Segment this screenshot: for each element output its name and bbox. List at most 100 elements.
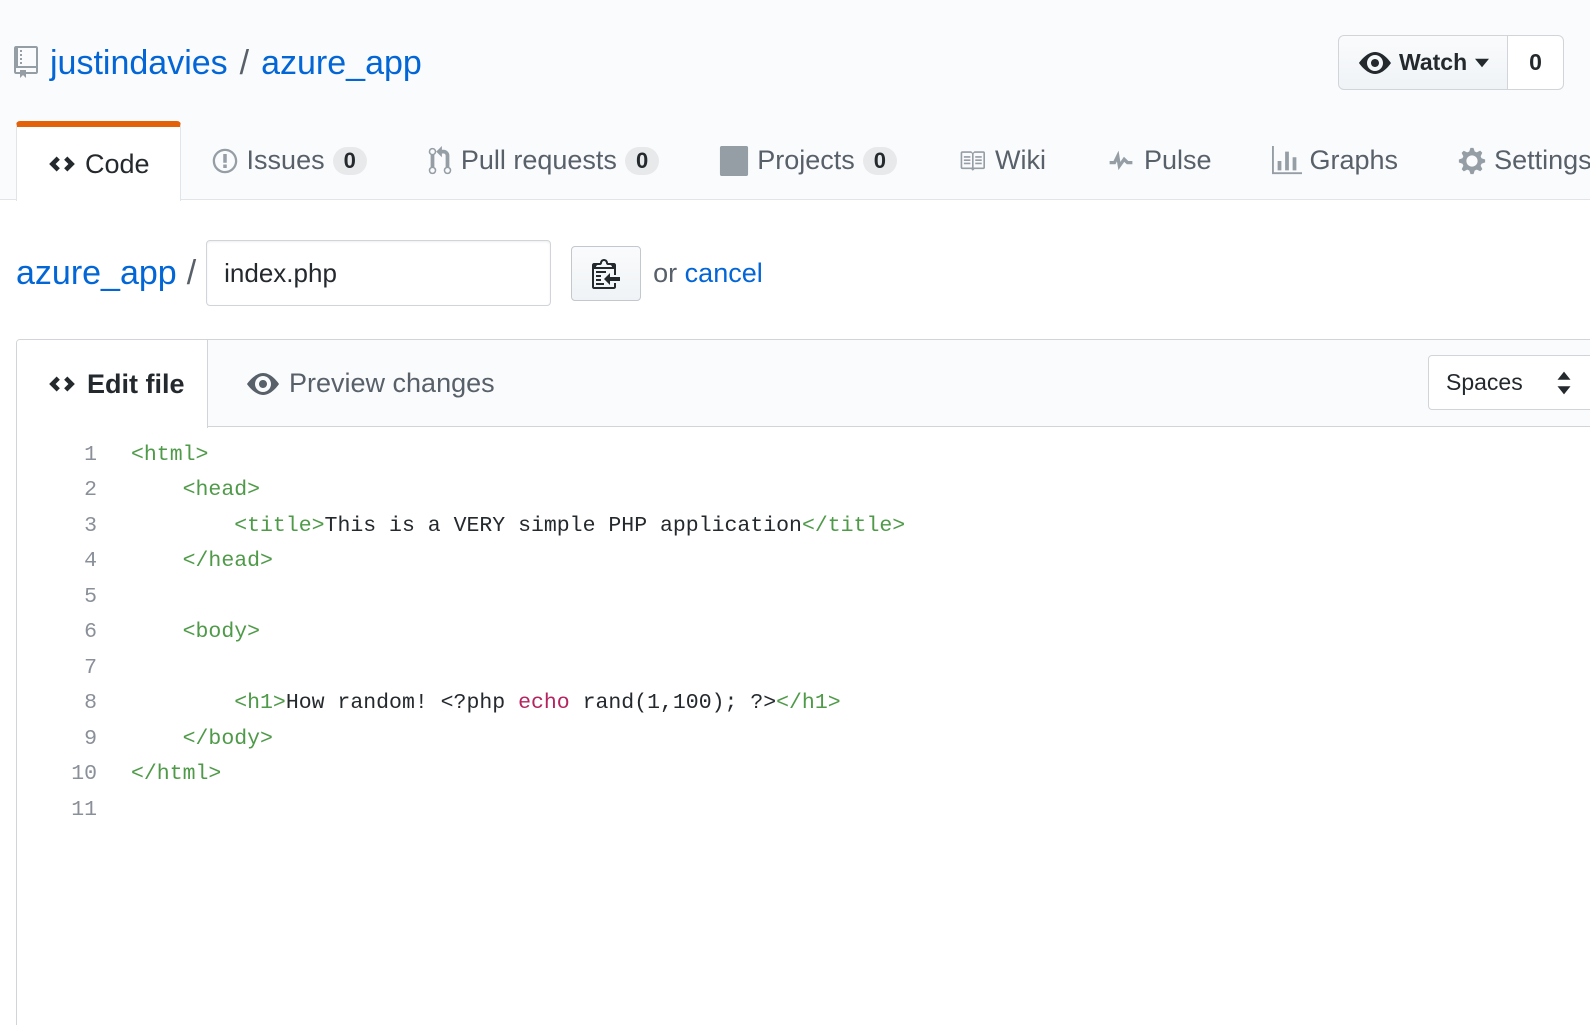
code-line[interactable]: 1 <html> — [17, 437, 905, 473]
code-tag: </h1> — [776, 691, 841, 716]
code-line[interactable]: 6 <body> — [17, 615, 905, 651]
watch-label: Watch — [1399, 49, 1468, 75]
code-line[interactable]: 9 </body> — [17, 721, 905, 757]
line-number: 7 — [84, 655, 97, 680]
tab-wiki[interactable]: Wiki — [927, 121, 1076, 200]
select-arrows-icon — [1557, 371, 1571, 395]
graph-icon — [1271, 145, 1302, 176]
code-line[interactable]: 8 <h1>How random! <?php echo rand(1,100)… — [17, 686, 905, 722]
code-text: rand(1,100); ?> — [569, 691, 777, 716]
tab-graphs-label: Graphs — [1309, 145, 1399, 175]
filename-input[interactable] — [206, 240, 552, 306]
code-area[interactable]: 1 <html> 2 <head> 3 <title>This is a VERY s… — [17, 437, 905, 828]
tab-code-label: Code — [85, 148, 150, 179]
code-line[interactable]: 3 <title>This is a VERY simple PHP appli… — [17, 508, 905, 544]
tab-issues-label: Issues — [246, 145, 325, 175]
line-number: 2 — [84, 478, 97, 503]
tab-edit-file-label: Edit file — [87, 368, 185, 399]
repo-nav: Code Issues 0 Pull requests 0 Projects 0… — [16, 121, 1590, 201]
watch-button[interactable]: Watch — [1338, 35, 1508, 90]
tab-pull-requests[interactable]: Pull requests 0 — [397, 121, 689, 200]
code-tag: </body> — [182, 726, 273, 751]
watch-count[interactable]: 0 — [1508, 35, 1564, 90]
line-number: 3 — [84, 513, 97, 538]
line-content: <head> — [97, 478, 260, 502]
issue-icon — [211, 147, 239, 175]
tab-code[interactable]: Code — [16, 121, 181, 201]
or-text: or — [653, 257, 678, 288]
repo-title: justindavies / azure_app — [14, 38, 422, 88]
breadcrumb-separator: / — [186, 253, 197, 292]
code-tag: </html> — [131, 762, 222, 787]
code-tag: <body> — [182, 620, 261, 645]
code-tag: <h1> — [234, 691, 286, 716]
code-tag: </title> — [801, 513, 906, 538]
repo-owner-link[interactable]: justindavies — [50, 44, 228, 83]
indent-mode-select[interactable]: Spaces — [1428, 355, 1590, 410]
code-line[interactable]: 7 — [17, 650, 905, 686]
tab-pull-requests-label: Pull requests — [460, 145, 617, 175]
tab-pulse[interactable]: Pulse — [1076, 121, 1242, 200]
code-line[interactable]: 11 — [17, 792, 905, 828]
line-content: <h1>How random! <?php echo rand(1,100); … — [97, 691, 841, 716]
tab-settings-label: Settings — [1494, 145, 1590, 175]
code-tag: <title> — [234, 513, 325, 538]
watch-group: Watch 0 — [1338, 35, 1564, 90]
code-icon — [47, 153, 77, 175]
repo-icon — [14, 46, 40, 80]
pulse-icon — [1106, 148, 1136, 174]
code-line[interactable]: 10 </html> — [17, 757, 905, 793]
tab-settings[interactable]: Settings — [1428, 121, 1590, 200]
line-number: 4 — [84, 549, 97, 574]
repo-header: justindavies / azure_app Watch 0 Code Is… — [0, 0, 1590, 201]
or-cancel: or cancel — [653, 258, 763, 289]
line-content: </body> — [97, 727, 273, 751]
tab-issues[interactable]: Issues 0 — [181, 121, 397, 200]
tab-graphs[interactable]: Graphs — [1242, 121, 1429, 200]
code-text: How random! <?php — [285, 691, 519, 716]
tab-preview-label: Preview changes — [289, 368, 495, 398]
line-number: 6 — [84, 620, 97, 645]
breadcrumb-repo-link[interactable]: azure_app — [16, 254, 177, 293]
projects-count: 0 — [862, 146, 897, 175]
code-line[interactable]: 4 </head> — [17, 544, 905, 580]
line-content: <body> — [97, 620, 260, 644]
tab-preview-changes[interactable]: Preview changes — [247, 340, 495, 427]
indent-mode-value: Spaces — [1446, 369, 1523, 395]
line-content: </html> — [97, 762, 221, 786]
issues-count: 0 — [332, 146, 367, 175]
tab-projects-label: Projects — [757, 145, 855, 175]
gear-icon — [1458, 146, 1486, 176]
editor-tabs: Edit file Preview changes Spaces — [17, 340, 1590, 428]
copy-path-button[interactable] — [571, 245, 642, 301]
clippy-icon — [592, 259, 621, 289]
code-line[interactable]: 5 — [17, 579, 905, 615]
book-icon — [957, 148, 987, 174]
eye-icon — [1359, 51, 1391, 74]
line-content: <title>This is a VERY simple PHP applica… — [97, 514, 905, 538]
tab-edit-file[interactable]: Edit file — [17, 340, 208, 428]
line-content: </head> — [97, 549, 273, 573]
pull-requests-count: 0 — [624, 146, 660, 175]
pull-request-icon — [427, 145, 453, 176]
line-number: 10 — [71, 762, 97, 787]
tab-projects[interactable]: Projects 0 — [689, 121, 927, 200]
code-keyword: echo — [518, 691, 570, 716]
caret-down-icon — [1475, 58, 1490, 67]
repo-name-link[interactable]: azure_app — [261, 44, 422, 83]
code-text: This is a VERY simple PHP application — [324, 513, 802, 538]
cancel-link[interactable]: cancel — [685, 258, 763, 288]
code-tag: </head> — [182, 549, 273, 574]
tab-pulse-label: Pulse — [1143, 145, 1212, 175]
code-line[interactable]: 2 <head> — [17, 473, 905, 509]
line-number: 8 — [84, 691, 97, 716]
code-tag: <head> — [182, 478, 261, 503]
repo-separator: / — [239, 43, 250, 82]
file-breadcrumb: azure_app / or cancel — [16, 240, 763, 306]
